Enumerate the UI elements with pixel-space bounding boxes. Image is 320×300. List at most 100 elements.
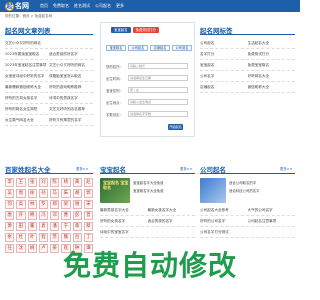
surname-char-cell[interactable]: 杨: [61, 178, 71, 187]
list-item[interactable]: 诗经中的宝宝名字: [100, 227, 195, 238]
surname-char-cell[interactable]: 苏: [50, 233, 60, 242]
surname-field-row: 您的姓氏: 请输入姓氏: [106, 63, 188, 69]
surname-char-cell[interactable]: 丁: [83, 233, 93, 242]
list-item[interactable]: 2023年宝宝起名注意事项 文艺小众又好听的网名: [5, 60, 93, 71]
nav-item-more[interactable]: 更多: [116, 3, 124, 9]
surname-char-cell[interactable]: 萧: [5, 222, 15, 231]
list-item[interactable]: 店铺起名 微信昵称大全: [200, 82, 295, 93]
surname-char-cell[interactable]: 朱: [61, 189, 71, 198]
surname-char-cell[interactable]: 潘: [50, 222, 60, 231]
surname-char-cell[interactable]: 林: [27, 200, 37, 209]
surname-char-cell[interactable]: 袁: [38, 222, 48, 231]
surname-char-cell[interactable]: 曾: [83, 211, 93, 220]
nav-item-company-naming[interactable]: 公司起名: [95, 3, 111, 9]
form-sub-tabs: 宝宝取名 公司起名 店铺起名 公司测名: [106, 45, 192, 51]
surname-char-cell[interactable]: 罗: [38, 200, 48, 209]
baby-featured-text[interactable]: 宝宝起名字大全免费: [133, 180, 195, 185]
surname-char-cell[interactable]: 杜: [16, 233, 26, 242]
surname-char-cell[interactable]: 邓: [50, 211, 60, 220]
surname-char-cell[interactable]: 冯: [38, 211, 48, 220]
surname-char-cell[interactable]: 梁: [61, 200, 71, 209]
surname-char-cell[interactable]: 孙: [38, 189, 48, 198]
company-banner-image[interactable]: [200, 178, 226, 203]
surname-char-cell[interactable]: 田: [16, 222, 26, 231]
logo-text: 名网: [15, 1, 29, 10]
surname-char-cell[interactable]: 吕: [72, 233, 82, 242]
surname-char-cell[interactable]: 郑: [50, 200, 60, 209]
subtab-baby[interactable]: 宝宝取名: [106, 45, 126, 51]
surname-char-cell[interactable]: 唐: [5, 211, 15, 220]
list-item[interactable]: 公司名字打分测试: [200, 227, 295, 238]
list-item[interactable]: 女宝宝诗经中好听的名字 双胞胎宝宝怎么取名: [5, 71, 93, 82]
nav-item-home[interactable]: 首页: [40, 3, 48, 9]
surname-char-cell[interactable]: 魏: [61, 233, 71, 242]
length-input[interactable]: 请选择名字字数: [128, 111, 188, 117]
surname-label: 您的姓氏:: [106, 64, 121, 69]
surname-char-cell[interactable]: 程: [38, 233, 48, 242]
tab-free-score[interactable]: 免费测试打分: [132, 27, 159, 33]
list-item[interactable]: 宝宝起名 免费宝宝取名: [200, 60, 295, 71]
list-item[interactable]: 文艺小众又好听的网名: [5, 38, 93, 49]
list-item[interactable]: 女生霸气网名大全 好听又有寓意的名字: [5, 115, 93, 126]
surname-char-cell[interactable]: 周: [16, 189, 26, 198]
surname-char-cell[interactable]: 陈: [50, 178, 60, 187]
surname-input[interactable]: 请输入姓氏: [128, 63, 188, 69]
list-item[interactable]: 最新男孩名字大全 最新女孩名字大全: [100, 205, 195, 216]
baby-banner-image[interactable]: 宝宝起名 宝宝取名: [100, 178, 130, 203]
list-item[interactable]: 好听的公司名字 公司起名注意事项: [200, 216, 295, 227]
surname-char-cell[interactable]: 韩: [27, 211, 37, 220]
baby-more-link[interactable]: 更多>>: [180, 166, 192, 171]
list-item[interactable]: 最新爆款微信昵称大全 好听的游戏昵称推荐: [5, 82, 93, 93]
surname-char-cell[interactable]: 彭: [72, 211, 82, 220]
surname-char-cell[interactable]: 董: [27, 222, 37, 231]
surname-more-link[interactable]: 更多>>: [76, 166, 88, 171]
subtab-shop[interactable]: 店铺起名: [150, 45, 170, 51]
surname-char-cell[interactable]: 蔡: [83, 222, 93, 231]
surname-char-cell[interactable]: 于: [61, 222, 71, 231]
surname-char-cell[interactable]: 张: [27, 178, 37, 187]
list-item[interactable]: 2023年属兔宝宝取名 适合男孩的好名字: [5, 49, 93, 60]
nav-item-name-test[interactable]: 姓名测试: [74, 3, 90, 9]
baby-section-divider: [100, 173, 195, 174]
place-input[interactable]: 请输入出生地点: [128, 99, 188, 105]
list-item[interactable]: 好听的古风女孩名字 诗词中的男孩名字: [5, 93, 93, 104]
surname-char-cell[interactable]: 蒋: [72, 222, 82, 231]
tab-baby-naming[interactable]: 宝宝起名: [111, 27, 131, 33]
surname-char-cell[interactable]: 何: [5, 200, 15, 209]
surname-char-cell[interactable]: 叶: [27, 233, 37, 242]
subtab-company-test[interactable]: 公司测名: [172, 45, 192, 51]
surname-char-cell[interactable]: 许: [16, 211, 26, 220]
baby-banner-text: 宝宝起名 宝宝取名: [103, 180, 129, 190]
list-item[interactable]: 名字打分 免费测试打分: [200, 49, 295, 60]
surname-char-cell[interactable]: 徐: [27, 189, 37, 198]
gender-input[interactable]: 男 / 女: [128, 87, 188, 93]
nav-item-free-naming[interactable]: 免费取名: [53, 3, 69, 9]
list-item[interactable]: 公司起名大全参考 大气的公司名字: [200, 205, 295, 216]
surname-char-cell[interactable]: 吴: [5, 189, 15, 198]
list-item[interactable]: 公司起名 生活起名大全: [200, 38, 295, 49]
surname-char-cell[interactable]: 黄: [72, 178, 82, 187]
surname-char-cell[interactable]: 刘: [38, 178, 48, 187]
surname-char-cell[interactable]: 郭: [83, 189, 93, 198]
surname-char-cell[interactable]: 宋: [83, 200, 93, 209]
surname-char-cell[interactable]: 李: [5, 178, 15, 187]
surname-char-cell[interactable]: 王: [16, 178, 26, 187]
surname-char-cell[interactable]: 曹: [61, 211, 71, 220]
company-featured-text-2[interactable]: 适合科技公司的名字: [229, 188, 295, 193]
start-naming-button[interactable]: 开始起名: [168, 124, 183, 130]
surname-char-cell[interactable]: 赵: [83, 178, 93, 187]
site-logo[interactable]: 起 名网: [5, 1, 29, 11]
subtab-company[interactable]: 公司起名: [128, 45, 148, 51]
surname-char-cell[interactable]: 高: [16, 200, 26, 209]
company-more-link[interactable]: 更多>>: [280, 166, 292, 171]
list-item[interactable]: 好听的女孩名字 适合男孩的名字: [100, 216, 195, 227]
surname-char-cell[interactable]: 胡: [72, 189, 82, 198]
baby-featured-text-2[interactable]: 宝宝取名字大全免费: [133, 188, 195, 193]
company-featured-text[interactable]: 适合公司取名的字: [229, 180, 295, 185]
surname-char-cell[interactable]: 余: [5, 233, 15, 242]
list-item[interactable]: 好听的网名女生简短 文艺又好听的店名推荐: [5, 104, 93, 115]
surname-char-cell[interactable]: 马: [50, 189, 60, 198]
birth-input[interactable]: 请选择出生日期: [128, 75, 188, 81]
list-item[interactable]: 公司名字 好听网名大全: [200, 71, 295, 82]
surname-char-cell[interactable]: 谢: [72, 200, 82, 209]
